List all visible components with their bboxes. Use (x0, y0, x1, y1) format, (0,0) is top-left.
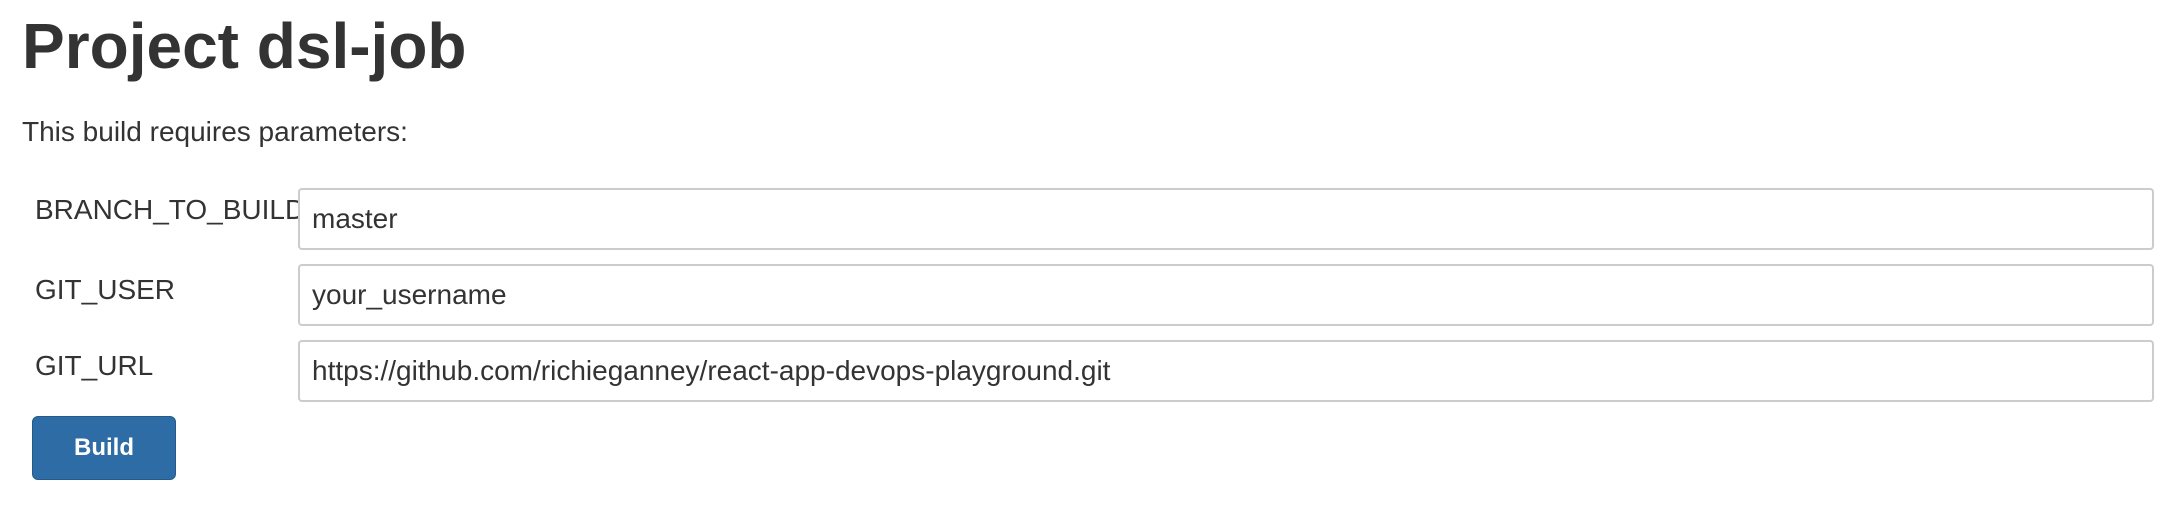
parameter-label-git-user: GIT_USER (35, 274, 176, 305)
git-url-input[interactable] (298, 340, 2154, 402)
build-button[interactable]: Build (32, 416, 176, 480)
parameters-intro-text: This build requires parameters: (22, 116, 408, 147)
parameter-row-git-user: GIT_USER (0, 264, 2172, 328)
parameter-label-branch-to-build: BRANCH_TO_BUILD (35, 194, 306, 225)
branch-to-build-input[interactable] (298, 188, 2154, 250)
git-user-input[interactable] (298, 264, 2154, 326)
parameter-row-git-url: GIT_URL (0, 340, 2172, 404)
page-title: Project dsl-job (22, 10, 467, 82)
parameter-row-branch-to-build: BRANCH_TO_BUILD (0, 188, 2172, 252)
parameter-label-git-url: GIT_URL (35, 350, 154, 381)
